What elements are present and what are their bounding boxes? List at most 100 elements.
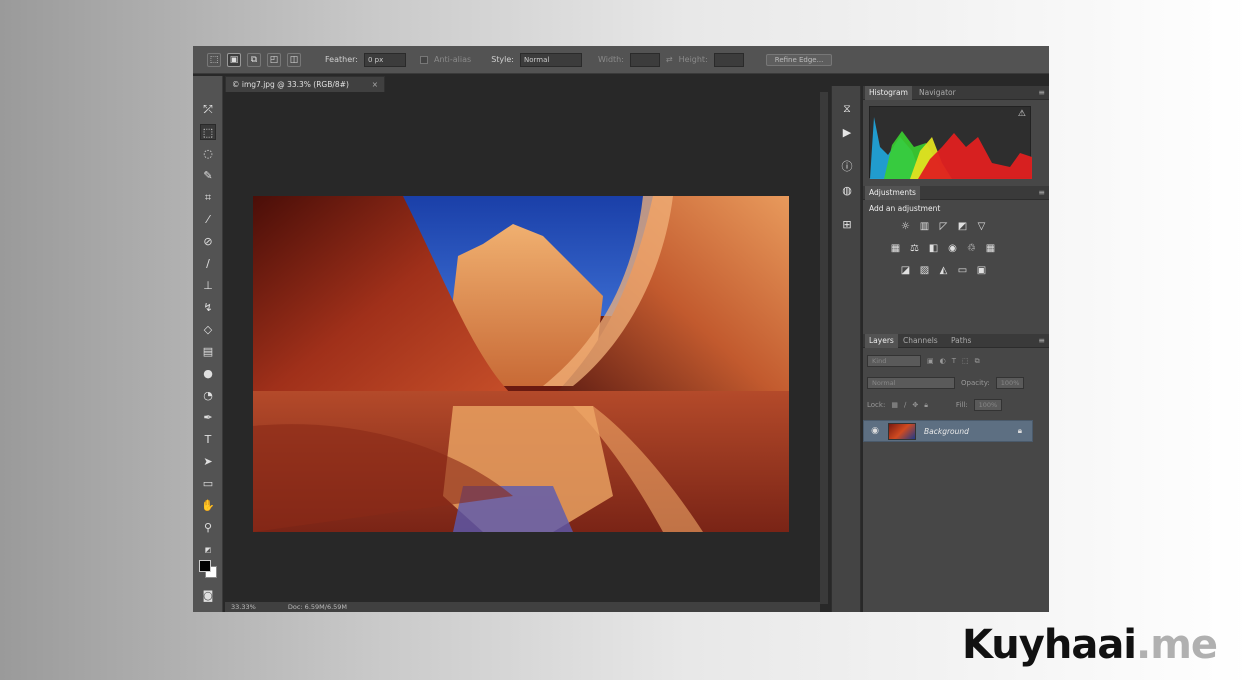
filter-pixel-icon[interactable]: ▣ <box>927 357 934 365</box>
tab-paths[interactable]: Paths <box>947 334 975 348</box>
type-icon[interactable]: T <box>200 432 216 448</box>
tab-navigator[interactable]: Navigator <box>915 86 960 100</box>
style-select[interactable]: Normal <box>519 52 582 67</box>
height-label: Height: <box>678 55 708 64</box>
threshold-icon[interactable]: ◭ <box>937 264 950 277</box>
height-input[interactable] <box>713 52 744 67</box>
lock-all-icon[interactable]: 🔒︎ <box>924 401 928 410</box>
photoshop-window: ⬚ ▣ ⧉ ◰ ◫ Feather: 0 px Anti-alias Style… <box>193 46 1049 612</box>
doc-info[interactable]: Doc: 6.59M/6.59M <box>288 603 347 611</box>
filter-type-icon[interactable]: T <box>952 357 956 365</box>
lock-move-icon[interactable]: ✥ <box>912 401 918 409</box>
pen-icon[interactable]: ✒ <box>200 410 216 426</box>
tool-preset-picker[interactable]: ⬚ <box>207 52 221 67</box>
kind-filter-select[interactable]: Kind <box>867 355 921 367</box>
subtract-selection-button[interactable]: ◰ <box>267 52 281 67</box>
marquee-icon[interactable]: ⬚ <box>200 124 216 140</box>
properties-icon[interactable]: ◍ <box>840 184 854 198</box>
info-icon[interactable]: ⓘ <box>840 160 854 174</box>
antialias-label: Anti-alias <box>433 55 472 64</box>
layer-row-background[interactable]: ◉ Background 🔒︎ <box>863 420 1033 442</box>
default-colors-icon[interactable]: ◩ <box>200 542 216 558</box>
gradient-icon[interactable]: ▤ <box>200 344 216 360</box>
photo-filter-icon[interactable]: ◉ <box>946 242 959 255</box>
tab-adjustments[interactable]: Adjustments <box>865 186 920 200</box>
posterize-icon[interactable]: ▨ <box>918 264 931 277</box>
panel-menu-icon[interactable]: ≡ <box>1038 334 1045 348</box>
clone-stamp-icon[interactable]: ⊥ <box>200 278 216 294</box>
lock-transparent-icon[interactable]: ▦ <box>891 401 898 409</box>
eraser-icon[interactable]: ◇ <box>200 322 216 338</box>
hand-icon[interactable]: ✋ <box>200 498 216 514</box>
refine-edge-button[interactable]: Refine Edge... <box>765 53 833 66</box>
tab-layers[interactable]: Layers <box>865 334 898 348</box>
move-icon[interactable]: ⤱ <box>200 102 216 118</box>
color-balance-icon[interactable]: ⚖ <box>908 242 921 255</box>
dodge-icon[interactable]: ◔ <box>200 388 216 404</box>
lock-brush-icon[interactable]: ∕ <box>904 401 906 409</box>
zoom-icon[interactable]: ⚲ <box>200 520 216 536</box>
filter-adjust-icon[interactable]: ◐ <box>940 357 946 365</box>
fill-input[interactable]: 100% <box>973 399 1003 411</box>
tab-channels[interactable]: Channels <box>899 334 942 348</box>
watermark-logo: Kuyhaai.me <box>962 622 1218 668</box>
lock-icon[interactable]: 🔒︎ <box>1018 426 1022 436</box>
panel-menu-icon[interactable]: ≡ <box>1038 186 1045 200</box>
add-selection-button[interactable]: ⧉ <box>247 52 261 67</box>
zoom-level[interactable]: 33.33% <box>231 603 256 611</box>
curves-icon[interactable]: ◸ <box>937 220 950 233</box>
filter-shape-icon[interactable]: ⬚ <box>962 357 969 365</box>
watermark-main: Kuyhaai <box>962 622 1137 668</box>
gradient-map-icon[interactable]: ▭ <box>956 264 969 277</box>
eyedropper-icon[interactable]: ⁄ <box>200 212 216 228</box>
opacity-label: Opacity: <box>961 379 990 387</box>
selective-color-icon[interactable]: ▣ <box>975 264 988 277</box>
layer-name[interactable]: Background <box>924 427 969 436</box>
path-select-icon[interactable]: ➤ <box>200 454 216 470</box>
healing-brush-icon[interactable]: ⊘ <box>200 234 216 250</box>
quick-select-icon[interactable]: ✎ <box>200 168 216 184</box>
swap-icon[interactable]: ⇄ <box>666 55 673 64</box>
canvas-area[interactable] <box>225 92 820 604</box>
close-icon[interactable]: × <box>372 77 378 92</box>
foreground-color-swatch[interactable] <box>199 560 211 572</box>
blur-icon[interactable]: ● <box>200 366 216 382</box>
shape-icon[interactable]: ▭ <box>200 476 216 492</box>
channel-mixer-icon[interactable]: ♲ <box>965 242 978 255</box>
layer-comps-icon[interactable]: ⊞ <box>840 218 854 232</box>
tab-histogram[interactable]: Histogram <box>865 86 912 100</box>
exposure-icon[interactable]: ◩ <box>956 220 969 233</box>
adjustments-title: Add an adjustment <box>869 204 941 213</box>
hue-saturation-icon[interactable]: ▦ <box>889 242 902 255</box>
black-white-icon[interactable]: ◧ <box>927 242 940 255</box>
document-image[interactable] <box>253 196 789 532</box>
vibrance-icon[interactable]: ▽ <box>975 220 988 233</box>
invert-icon[interactable]: ◪ <box>899 264 912 277</box>
lasso-icon[interactable]: ◌ <box>200 146 216 162</box>
panel-menu-icon[interactable]: ≡ <box>1038 86 1045 100</box>
actions-icon[interactable]: ▶ <box>840 126 854 140</box>
cache-warning-icon[interactable]: ⚠ <box>1018 109 1026 119</box>
brush-icon[interactable]: ∕ <box>200 256 216 272</box>
blend-mode-select[interactable]: Normal <box>867 377 955 389</box>
tools-panel: ⤱ ⬚ ◌ ✎ ⌗ ⁄ ⊘ ∕ ⊥ ↯ ◇ ▤ ● ◔ ✒ T ➤ ▭ ✋ ⚲ … <box>193 76 223 612</box>
crop-icon[interactable]: ⌗ <box>200 190 216 206</box>
history-icon[interactable]: ⧖ <box>840 102 854 116</box>
history-brush-icon[interactable]: ↯ <box>200 300 216 316</box>
width-input[interactable] <box>629 52 660 67</box>
antialias-checkbox[interactable] <box>419 55 428 64</box>
color-lookup-icon[interactable]: ▦ <box>984 242 997 255</box>
brightness-icon[interactable]: ☼ <box>899 220 912 233</box>
quick-mask-icon[interactable]: ◙ <box>200 588 216 604</box>
intersect-selection-button[interactable]: ◫ <box>287 52 301 67</box>
feather-input[interactable]: 0 px <box>363 52 406 67</box>
layers-panel-tabs: Layers Channels Paths ≡ <box>863 334 1049 348</box>
opacity-input[interactable]: 100% <box>995 377 1025 389</box>
new-selection-button[interactable]: ▣ <box>227 52 241 67</box>
histogram-panel-tabs: Histogram Navigator ≡ <box>863 86 1049 100</box>
vertical-scrollbar[interactable] <box>820 92 828 604</box>
filter-smart-icon[interactable]: ⧉ <box>975 357 980 366</box>
visibility-eye-icon[interactable]: ◉ <box>868 426 882 436</box>
levels-icon[interactable]: ▥ <box>918 220 931 233</box>
document-tab[interactable]: © img7.jpg @ 33.3% (RGB/8#) × <box>225 76 385 92</box>
